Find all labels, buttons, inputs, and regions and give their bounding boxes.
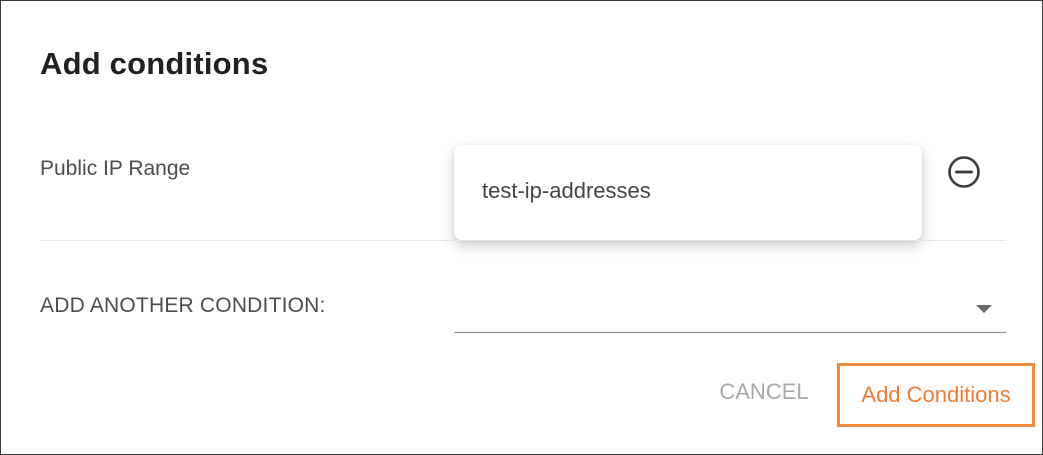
- add-another-condition-label: ADD ANOTHER CONDITION:: [40, 294, 326, 317]
- dropdown-option-test-ip-addresses[interactable]: test-ip-addresses: [482, 178, 651, 204]
- cancel-button[interactable]: CANCEL: [707, 369, 821, 415]
- remove-condition-button[interactable]: [946, 154, 982, 190]
- dialog-title: Add conditions: [40, 46, 269, 81]
- dropdown-arrow-icon: [976, 305, 992, 313]
- add-conditions-dialog: Add conditions Public IP Range test-ip-a…: [0, 0, 1043, 455]
- condition-dropdown-menu: test-ip-addresses: [454, 145, 922, 240]
- add-conditions-button[interactable]: Add Conditions: [837, 363, 1035, 427]
- condition-label: Public IP Range: [40, 157, 191, 180]
- minus-circle-icon: [948, 156, 980, 188]
- divider: [40, 240, 1006, 241]
- add-another-condition-select[interactable]: [454, 283, 1006, 333]
